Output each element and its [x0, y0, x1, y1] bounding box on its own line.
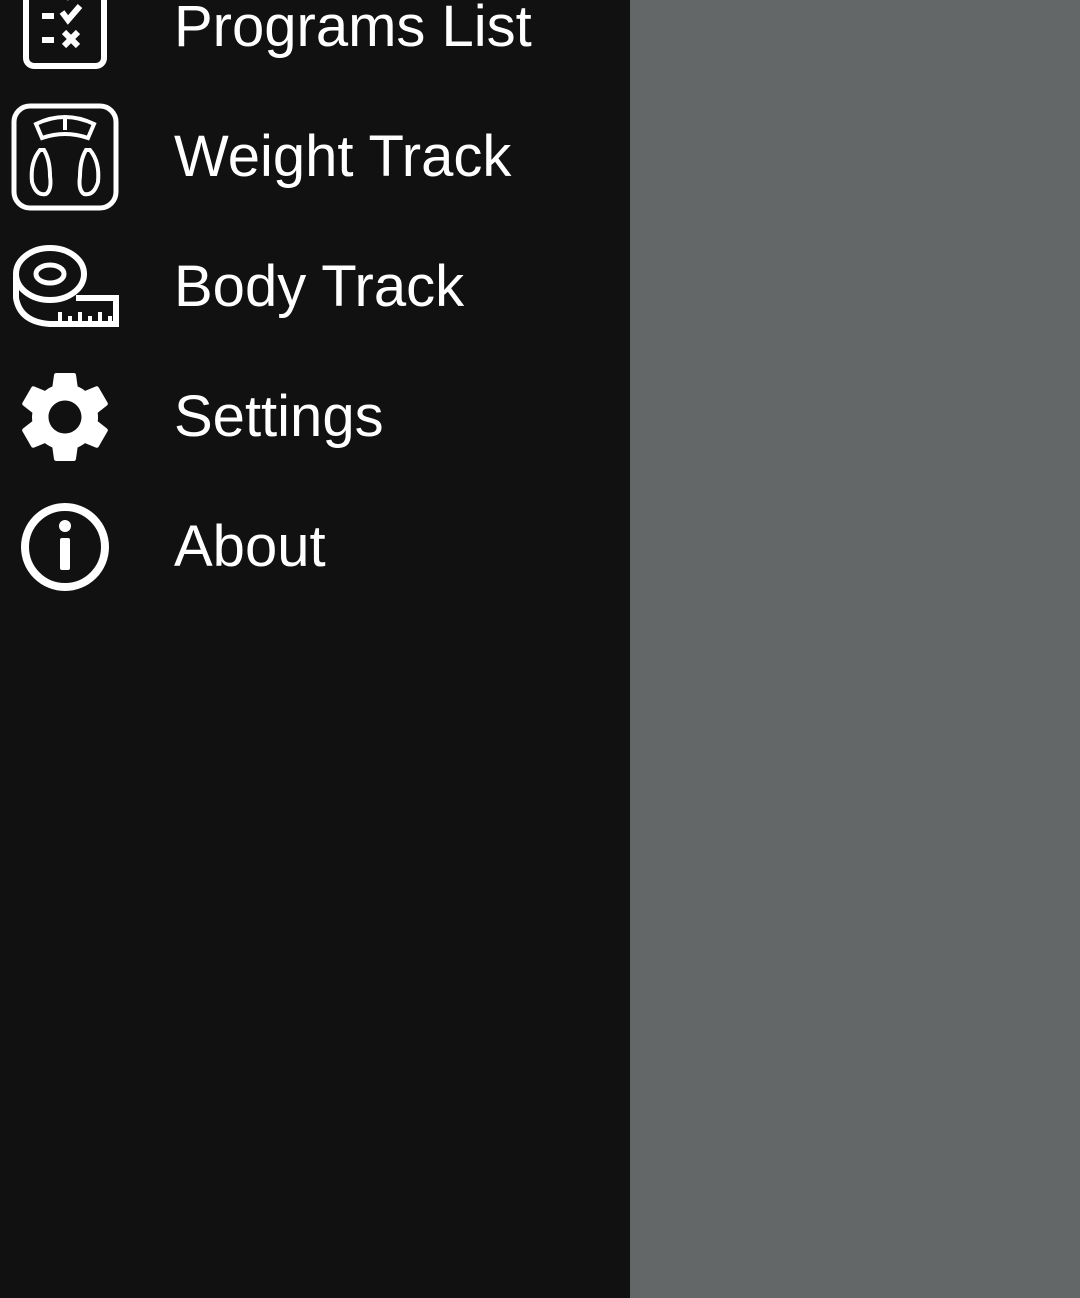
nav-item-label: Settings [174, 384, 384, 449]
nav-item-settings[interactable]: Settings [0, 352, 630, 482]
nav-item-label: Programs List [174, 0, 532, 59]
nav-item-label: Body Track [174, 254, 465, 319]
scale-icon [10, 102, 120, 212]
nav-item-body-track[interactable]: Body Track [0, 222, 630, 352]
drawer-scrim[interactable] [630, 0, 1080, 1298]
nav-item-weight-track[interactable]: Weight Track [0, 92, 630, 222]
info-icon [10, 492, 120, 602]
nav-item-about[interactable]: About [0, 482, 630, 612]
nav-item-programs-list[interactable]: Programs List [0, 0, 630, 92]
measuring-tape-icon [10, 232, 120, 342]
app-screen: Programs List Weight Track Body Track Se… [0, 0, 1080, 1298]
checklist-icon [10, 0, 120, 82]
nav-item-label: About [174, 514, 326, 579]
nav-item-label: Weight Track [174, 124, 512, 189]
navigation-drawer: Programs List Weight Track Body Track Se… [0, 0, 630, 1298]
gear-icon [10, 362, 120, 472]
